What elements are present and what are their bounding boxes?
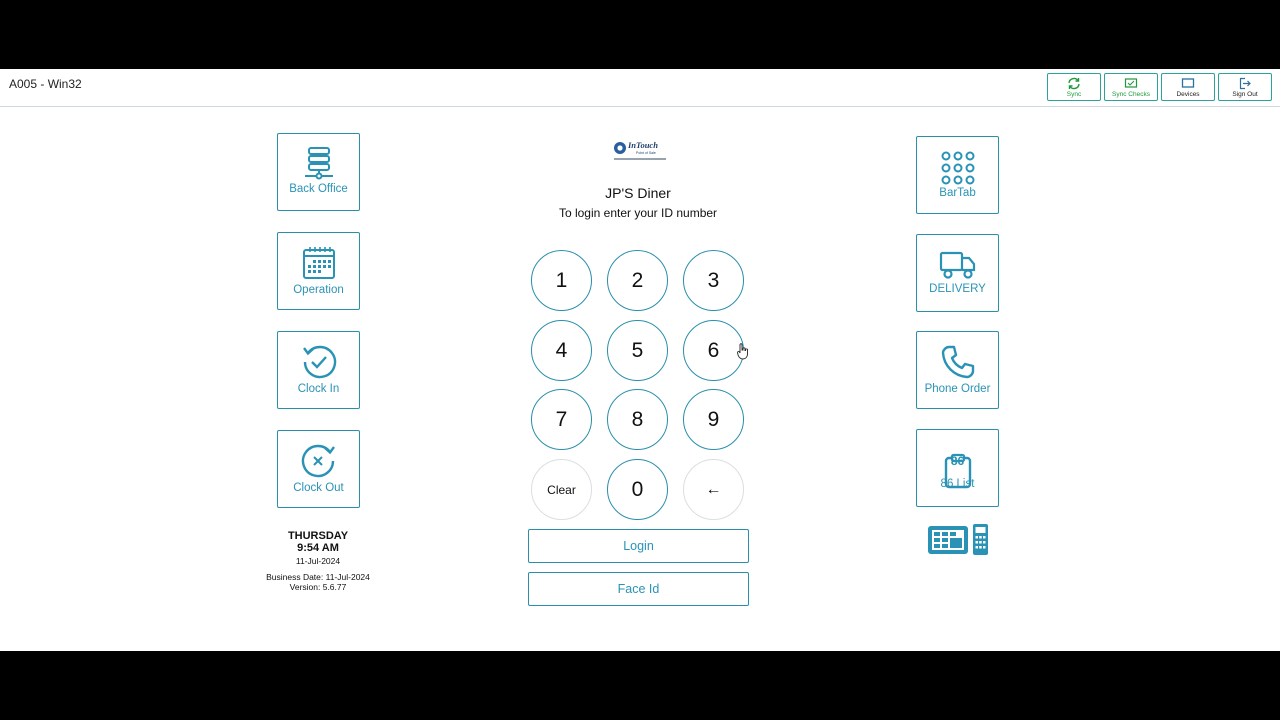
delivery-button[interactable]: DELIVERY: [916, 234, 999, 312]
keypad-backspace-button[interactable]: ←: [683, 459, 744, 520]
calendar-icon: [302, 247, 335, 279]
devices-button[interactable]: Devices: [1161, 73, 1215, 101]
letterbox-bottom: [0, 651, 1280, 720]
keypad-key-6[interactable]: 6: [683, 320, 744, 381]
bartab-label: BarTab: [939, 187, 976, 199]
login-button[interactable]: Login: [528, 529, 749, 563]
back-office-button[interactable]: Back Office: [277, 133, 360, 211]
operation-label: Operation: [293, 284, 344, 296]
86-list-button[interactable]: 86 86 List: [916, 429, 999, 507]
sign-out-label: Sign Out: [1232, 91, 1258, 98]
svg-text:InTouch: InTouch: [627, 140, 658, 150]
sync-button[interactable]: Sync: [1047, 73, 1101, 101]
sync-checks-icon: [1124, 78, 1138, 88]
face-id-button[interactable]: Face Id: [528, 572, 749, 606]
phone-order-button[interactable]: Phone Order: [916, 331, 999, 409]
devices-label: Devices: [1176, 91, 1200, 98]
operation-button[interactable]: Operation: [277, 232, 360, 310]
server-icon: [304, 147, 333, 180]
back-office-label: Back Office: [289, 183, 348, 195]
keypad-key-2[interactable]: 2: [607, 250, 668, 311]
weekday: THURSDAY: [287, 530, 349, 542]
sign-out-icon: [1239, 77, 1251, 90]
svg-text:Point of Sale: Point of Sale: [636, 151, 656, 155]
pos-terminal-icon: [928, 524, 988, 555]
sync-checks-label: Sync Checks: [1112, 91, 1150, 98]
phone-order-label: Phone Order: [924, 383, 991, 395]
letterbox-top: [0, 0, 1280, 69]
keypad-key-9[interactable]: 9: [683, 389, 744, 450]
sync-label: Sync: [1066, 91, 1082, 98]
window-title: A005 - Win32: [9, 77, 82, 91]
current-time: 9:54 AM: [297, 542, 339, 554]
keypad-key-7[interactable]: 7: [531, 389, 592, 450]
keypad-key-8[interactable]: 8: [607, 389, 668, 450]
login-prompt: To login enter your ID number: [558, 206, 718, 220]
sync-checks-button[interactable]: Sync Checks: [1104, 73, 1158, 101]
dots-grid-icon: [941, 151, 974, 185]
clipboard-86-icon: 86: [943, 441, 973, 489]
keypad-key-0[interactable]: 0: [607, 459, 668, 520]
date-time-info: THURSDAY 9:54 AM 11-Jul-2024 Business Da…: [248, 530, 388, 592]
bartab-button[interactable]: BarTab: [916, 136, 999, 214]
clock-in-button[interactable]: Clock In: [277, 331, 360, 409]
devices-icon: [1181, 78, 1195, 88]
keypad-key-3[interactable]: 3: [683, 250, 744, 311]
clock-out-label: Clock Out: [293, 482, 344, 494]
clock-out-button[interactable]: Clock Out: [277, 430, 360, 508]
keypad-key-1[interactable]: 1: [531, 250, 592, 311]
clock-in-label: Clock In: [297, 383, 340, 395]
hand-cursor-icon: [737, 343, 748, 360]
current-date: 11-Jul-2024: [295, 556, 341, 566]
sign-out-button[interactable]: Sign Out: [1218, 73, 1272, 101]
clock-out-icon: [301, 444, 335, 478]
store-name: JP'S Diner: [605, 185, 671, 201]
delivery-label: DELIVERY: [929, 283, 986, 295]
phone-icon: [941, 345, 974, 379]
sync-icon: [1068, 77, 1080, 90]
86-badge: 86: [950, 454, 965, 468]
truck-icon: [939, 251, 975, 279]
clock-in-icon: [302, 345, 336, 379]
version: Version: 5.6.77: [289, 582, 347, 592]
business-date: Business Date: 11-Jul-2024: [266, 572, 370, 582]
keypad-key-5[interactable]: 5: [607, 320, 668, 381]
title-bar: A005 - Win32 Sync Sync Checks Devices Si…: [0, 69, 1280, 107]
keypad-clear-button[interactable]: Clear: [531, 459, 592, 520]
intouch-logo: InTouch Point of Sale: [612, 139, 672, 165]
app-window: A005 - Win32 Sync Sync Checks Devices Si…: [0, 69, 1280, 651]
keypad-key-4[interactable]: 4: [531, 320, 592, 381]
